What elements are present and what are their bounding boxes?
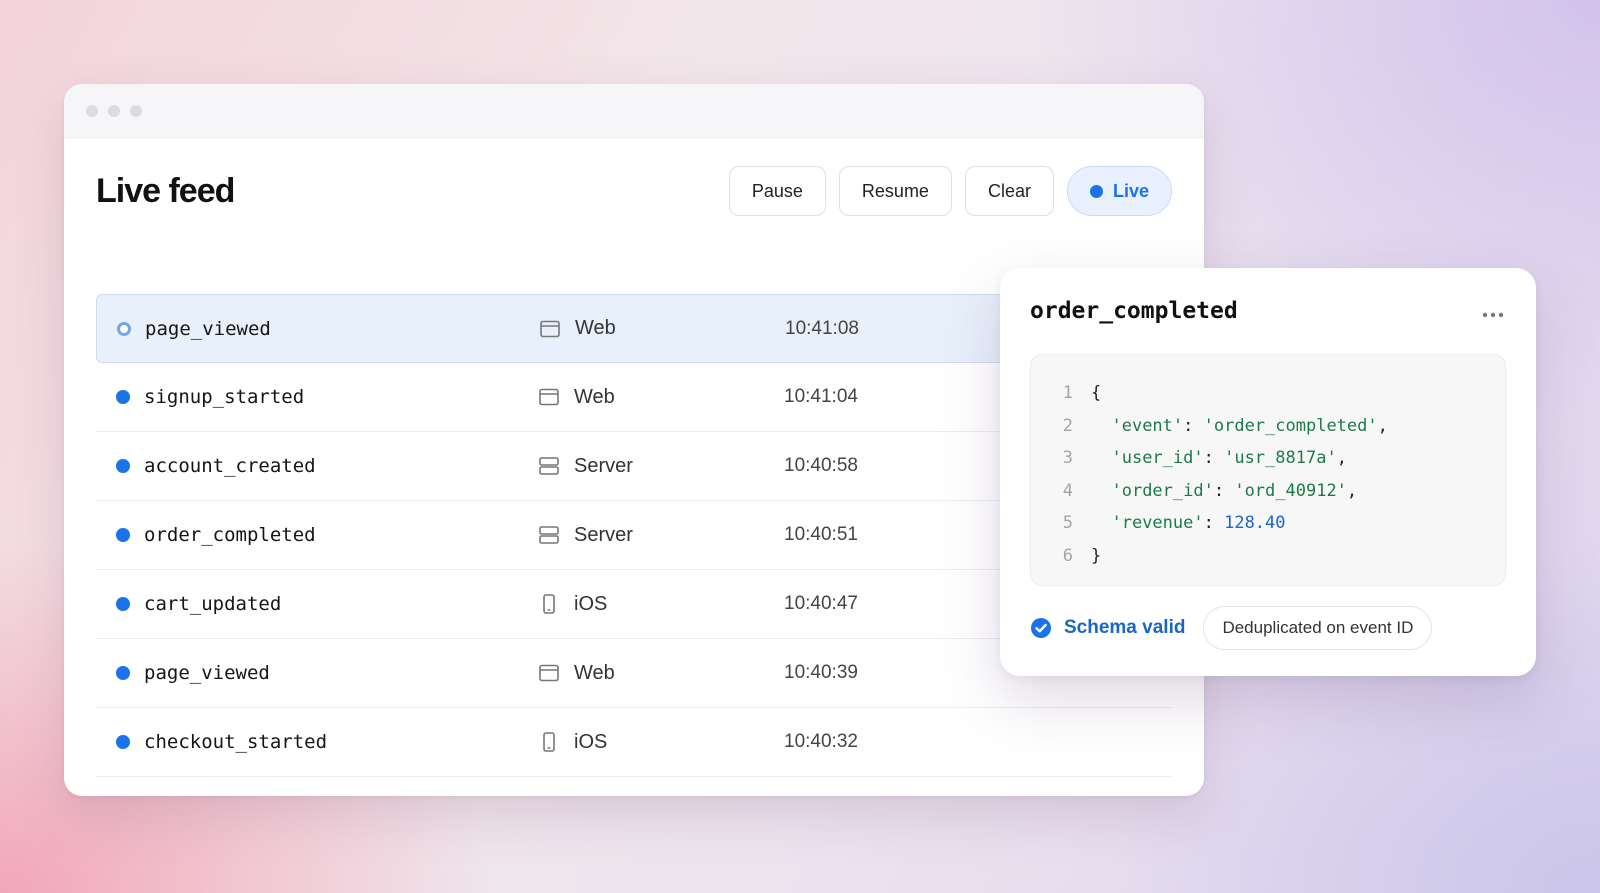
browser-window-icon [539, 664, 559, 682]
code-text: } [1091, 546, 1101, 566]
status-dot-icon [116, 459, 130, 473]
code-text: 'event': 'order_completed', [1091, 415, 1388, 436]
code-token: , [1377, 415, 1388, 436]
more-options-icon[interactable] [1482, 312, 1504, 318]
schema-status: Schema valid [1064, 617, 1186, 638]
feed-header: Live feed Pause Resume Clear Live [96, 166, 1172, 216]
event-source: Web [574, 661, 615, 684]
live-toggle-button[interactable]: Live [1066, 166, 1172, 216]
event-name: signup_started [144, 386, 305, 408]
code-line: 4 'order_id': 'ord_40912', [1031, 475, 1505, 508]
detail-footer: Schema valid Deduplicated on event ID [1030, 606, 1433, 650]
window-titlebar [64, 84, 1204, 138]
event-source: Server [574, 523, 633, 546]
resume-button[interactable]: Resume [838, 166, 952, 216]
event-time: 10:40:51 [784, 524, 858, 545]
server-icon [539, 526, 559, 544]
event-time: 10:41:08 [785, 317, 859, 339]
code-token: 'order_id' [1111, 480, 1214, 501]
code-line: 3 'user_id': 'usr_8817a', [1031, 442, 1505, 475]
event-time: 10:40:58 [784, 455, 858, 476]
event-name: account_created [144, 455, 316, 477]
server-icon [539, 457, 559, 475]
check-circle-icon [1031, 618, 1051, 638]
json-code-block: 1{2 'event': 'order_completed', 3 'user_i… [1030, 354, 1506, 586]
code-text: 'revenue': 128.40 [1091, 513, 1286, 534]
pause-button[interactable]: Pause [728, 166, 826, 216]
event-name: checkout_started [144, 731, 328, 753]
code-token: 128.40 [1224, 513, 1286, 534]
live-label: Live [1112, 180, 1149, 201]
window-dot-2[interactable] [108, 104, 120, 117]
status-dot-icon [116, 597, 130, 611]
code-token: 'order_completed' [1203, 415, 1378, 436]
code-token: 'event' [1111, 415, 1184, 436]
detail-title: order_completed [1030, 298, 1238, 324]
status-dot-icon [116, 528, 130, 542]
code-token: : [1203, 448, 1225, 469]
phone-icon [543, 594, 555, 614]
event-time: 10:40:39 [784, 662, 858, 683]
line-number: 3 [1062, 448, 1073, 469]
status-dot-icon [116, 390, 130, 404]
code-text: 'order_id': 'ord_40912', [1091, 481, 1357, 501]
code-line: 1{ [1031, 377, 1505, 410]
code-token: 'ord_40912' [1234, 480, 1347, 501]
code-line: 2 'event': 'order_completed', [1031, 410, 1505, 443]
status-dot-icon [116, 666, 130, 680]
code-token: , [1336, 448, 1347, 469]
event-name: order_completed [144, 524, 316, 546]
event-source: Web [575, 317, 616, 339]
event-name: page_viewed [144, 662, 270, 684]
event-name: page_viewed [145, 317, 271, 340]
event-name: cart_updated [144, 593, 282, 615]
code-line: 5 'revenue': 128.40 [1031, 507, 1505, 540]
event-detail-panel: order_completed 1{2 'event': 'order_comp… [1000, 268, 1536, 676]
dedup-badge: Deduplicated on event ID [1203, 606, 1433, 650]
event-time: 10:40:47 [784, 593, 858, 614]
line-number: 4 [1062, 480, 1073, 501]
event-source: Web [574, 385, 615, 408]
code-token: : [1183, 415, 1204, 436]
line-number: 5 [1062, 513, 1073, 534]
code-token: : [1203, 513, 1225, 534]
page-title: Live feed [96, 171, 235, 210]
event-time: 10:41:04 [784, 386, 858, 407]
status-dot-icon [117, 321, 131, 336]
browser-window-icon [540, 320, 560, 337]
code-text: 'user_id': 'usr_8817a', [1091, 448, 1347, 469]
line-number: 1 [1062, 383, 1073, 404]
code-token: 'revenue' [1111, 513, 1204, 534]
feed-controls: Pause Resume Clear Live [728, 166, 1172, 216]
event-source: iOS [574, 592, 608, 615]
phone-icon [543, 732, 555, 752]
browser-window-icon [539, 388, 559, 406]
code-token: , [1346, 480, 1358, 501]
code-token: } [1091, 545, 1102, 566]
status-dot-icon [116, 735, 130, 749]
code-token: { [1091, 383, 1102, 404]
window-dot-3[interactable] [130, 104, 142, 117]
event-time: 10:40:32 [784, 731, 858, 752]
line-number: 6 [1062, 545, 1073, 566]
event-source: Server [574, 454, 633, 477]
line-number: 2 [1062, 415, 1073, 436]
code-token: : [1213, 480, 1235, 501]
event-source: iOS [574, 730, 608, 753]
live-indicator-icon [1089, 184, 1103, 198]
code-token: 'user_id' [1111, 448, 1204, 469]
clear-button[interactable]: Clear [964, 166, 1054, 216]
code-text: { [1091, 383, 1101, 403]
window-dot-1[interactable] [86, 104, 98, 117]
code-token: 'usr_8817a' [1224, 448, 1337, 469]
code-line: 6} [1031, 540, 1505, 573]
event-row[interactable]: checkout_started iOS 10:40:32 [96, 708, 1172, 777]
